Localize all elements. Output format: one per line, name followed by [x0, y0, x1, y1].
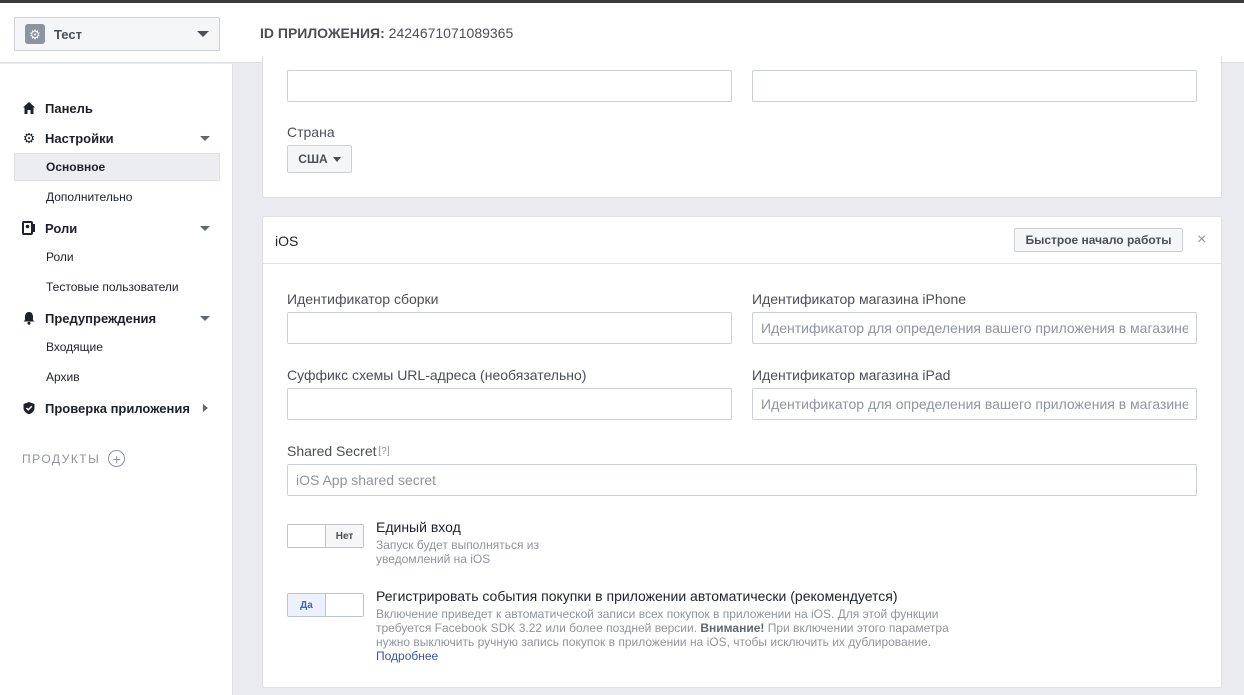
page-header: ⚙ Тест ID ПРИЛОЖЕНИЯ: 2424671071089365 [0, 3, 1244, 63]
sso-description: Запуск будет выполняться из уведомлений … [376, 538, 540, 566]
bell-icon [20, 309, 38, 327]
add-product-plus-icon[interactable]: + [108, 450, 126, 467]
shared-secret-label: Shared Secret [?] [287, 443, 390, 459]
bundle-id-label: Идентификатор сборки [287, 291, 439, 307]
roles-icon [20, 219, 38, 237]
chevron-down-icon [200, 135, 210, 141]
app-selector-dropdown[interactable]: ⚙ Тест [14, 17, 220, 51]
url-suffix-label: Суффикс схемы URL-адреса (необязательно) [287, 367, 587, 383]
shared-secret-label-text: Shared Secret [287, 443, 377, 459]
sidebar-item-label: Предупреждения [45, 310, 157, 326]
chevron-right-icon [203, 404, 208, 412]
sidebar-item-basic[interactable]: Основное [14, 153, 220, 181]
sidebar-item-label: Панель [45, 100, 93, 116]
products-section: ПРОДУКТЫ + [22, 450, 126, 467]
app-id: ID ПРИЛОЖЕНИЯ: 2424671071089365 [260, 25, 513, 41]
toggle-yes-label: Да [288, 594, 326, 616]
sidebar-item-dashboard[interactable]: Панель [14, 94, 220, 122]
shield-icon [20, 399, 38, 417]
chevron-down-icon [200, 225, 210, 231]
help-link[interactable]: [?] [379, 446, 390, 457]
address-field-left[interactable] [287, 70, 732, 102]
sidebar-item-label: Проверка приложения [45, 400, 190, 416]
iap-description: Включение приведет к автоматической запи… [376, 607, 966, 663]
chevron-down-icon [200, 315, 210, 321]
close-icon[interactable]: × [1197, 231, 1206, 249]
country-label: Страна [287, 124, 335, 140]
basic-settings-card: Страна США [262, 56, 1222, 198]
gear-icon: ⚙ [22, 129, 36, 146]
bundle-id-input[interactable] [287, 312, 732, 344]
country-value: США [298, 152, 328, 166]
ios-card-title: iOS [275, 233, 299, 249]
chevron-down-icon [332, 156, 341, 162]
sidebar-item-roles-roles[interactable]: Роли [14, 243, 220, 271]
sidebar-item-settings[interactable]: ⚙ Настройки [14, 124, 220, 152]
sidebar-item-alerts[interactable]: Предупреждения [14, 304, 220, 332]
quick-start-button[interactable]: Быстрое начало работы [1014, 228, 1183, 252]
address-field-right[interactable] [752, 70, 1197, 102]
url-suffix-input[interactable] [287, 388, 732, 420]
app-name: Тест [54, 26, 82, 42]
learn-more-link[interactable]: Подробнее [376, 649, 438, 663]
shared-secret-input[interactable] [287, 464, 1197, 496]
ipad-store-id-label: Идентификатор магазина iPad [752, 367, 951, 383]
toggle-no-label: Нет [325, 525, 363, 547]
iphone-store-id-input[interactable] [752, 312, 1197, 344]
sidebar-item-label: Настройки [45, 130, 114, 146]
sidebar-item-advanced[interactable]: Дополнительно [14, 183, 220, 211]
products-label: ПРОДУКТЫ [22, 451, 101, 466]
sso-title: Единый вход [376, 519, 461, 535]
toggle-off-area [288, 525, 325, 547]
ipad-store-id-input[interactable] [752, 388, 1197, 420]
sidebar-item-roles[interactable]: Роли [14, 214, 220, 242]
app-id-value: 2424671071089365 [388, 25, 514, 41]
iap-title: Регистрировать события покупки в приложе… [376, 588, 898, 604]
app-gear-icon: ⚙ [25, 24, 45, 44]
ios-platform-card: iOS Быстрое начало работы × Идентификато… [262, 216, 1222, 688]
sidebar-item-test-users[interactable]: Тестовые пользователи [14, 273, 220, 301]
sidebar-item-app-review[interactable]: Проверка приложения [14, 394, 220, 422]
toggle-off-area [326, 594, 363, 616]
chevron-down-icon [197, 31, 209, 37]
iap-desc-warning: Внимание! [700, 621, 765, 635]
sidebar-item-label: Роли [45, 220, 78, 236]
country-dropdown[interactable]: США [287, 145, 352, 173]
app-id-label: ID ПРИЛОЖЕНИЯ: [260, 25, 385, 41]
card-divider [263, 263, 1221, 264]
sidebar-item-inbox[interactable]: Входящие [14, 333, 220, 361]
sidebar-item-archive[interactable]: Архив [14, 363, 220, 391]
single-sign-on-toggle[interactable]: Нет [287, 524, 364, 548]
home-icon [20, 99, 38, 117]
sidebar: Панель ⚙ Настройки Основное Дополнительн… [0, 64, 233, 695]
log-in-app-purchases-toggle[interactable]: Да [287, 593, 364, 617]
iphone-store-id-label: Идентификатор магазина iPhone [752, 291, 967, 307]
